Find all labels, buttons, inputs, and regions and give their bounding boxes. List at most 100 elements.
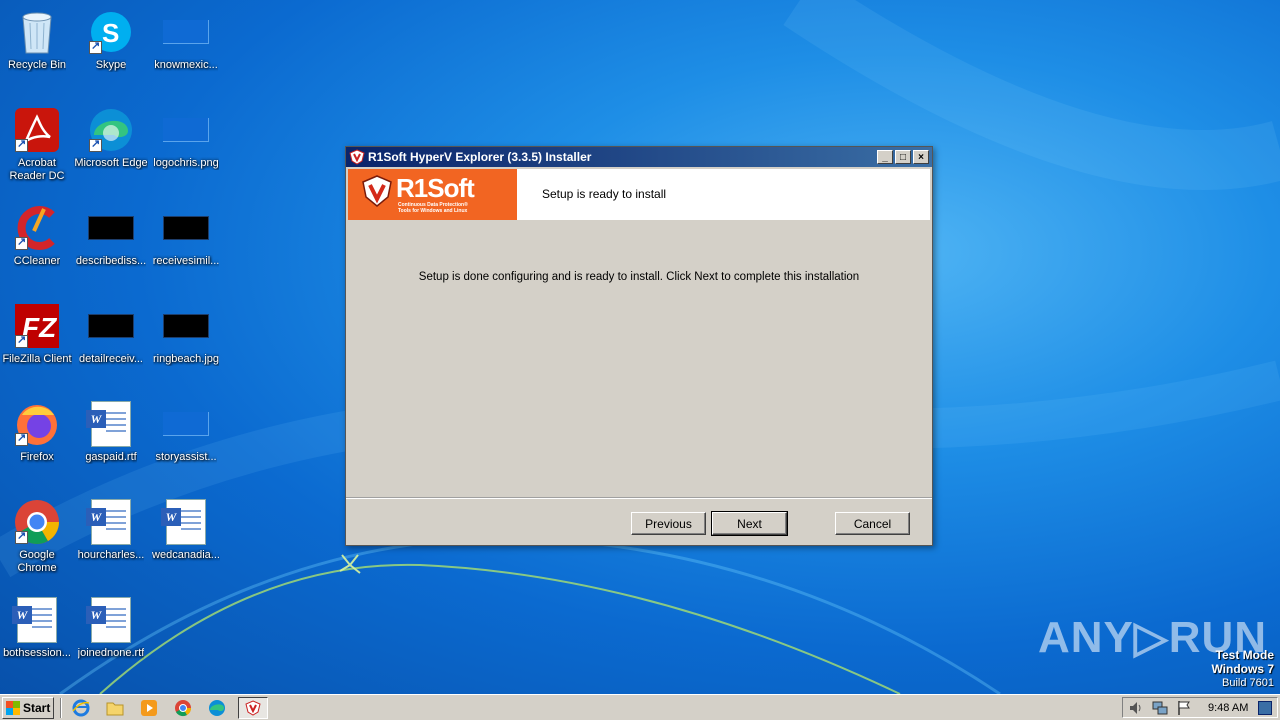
divider xyxy=(346,497,932,499)
action-center-flag-icon[interactable] xyxy=(1176,700,1192,716)
build-label: Build 7601 xyxy=(1222,677,1274,689)
show-desktop-button[interactable] xyxy=(1258,700,1272,715)
desktop-icon-label: knowmexic... xyxy=(154,59,218,71)
desktop-icon-wedcanadia[interactable]: W wedcanadia... xyxy=(149,498,223,562)
acrobat-icon xyxy=(13,106,61,154)
next-button[interactable]: Next xyxy=(711,511,788,536)
filezilla-icon: FZ xyxy=(13,302,61,350)
desktop-icon-label: Google Chrome xyxy=(17,549,57,574)
step-title: Setup is ready to install xyxy=(542,187,667,201)
desktop-icon-label: joinednone.rtf xyxy=(77,647,145,659)
window-titlebar[interactable]: R1Soft HyperV Explorer (3.3.5) Installer… xyxy=(346,147,932,167)
desktop-icon-label: gaspaid.rtf xyxy=(85,451,137,463)
desktop-icon-label: Firefox xyxy=(20,451,54,463)
desktop-icon-joinednone[interactable]: W joinednone.rtf xyxy=(74,596,148,660)
desktop-icon-receivesimil[interactable]: receivesimil... xyxy=(149,204,223,268)
word-document-icon: W xyxy=(12,596,61,644)
image-thumbnail-icon xyxy=(87,302,135,350)
media-player-icon[interactable] xyxy=(136,697,162,719)
desktop-icon-acrobat[interactable]: Acrobat Reader DC xyxy=(0,106,74,183)
word-document-icon: W xyxy=(86,596,135,644)
desktop-icon-knowmexic[interactable]: knowmexic... xyxy=(149,8,223,72)
desktop-icon-detailreceiv[interactable]: detailreceiv... xyxy=(74,302,148,366)
chrome-icon[interactable] xyxy=(170,697,196,719)
desktop-icon-filezilla[interactable]: FZ FileZilla Client xyxy=(0,302,74,366)
close-button[interactable]: × xyxy=(913,150,929,164)
image-thumbnail-icon xyxy=(162,400,210,448)
test-mode-info: Test Mode Windows 7 Build 7601 xyxy=(1211,648,1274,690)
window-title: R1Soft HyperV Explorer (3.3.5) Installer xyxy=(368,150,592,164)
taskbar: Start 9:48 AM xyxy=(0,694,1280,720)
volume-icon[interactable] xyxy=(1128,700,1144,716)
r1soft-shield-icon xyxy=(349,149,365,165)
skype-icon: S xyxy=(87,8,135,56)
os-label: Windows 7 xyxy=(1211,662,1274,676)
desktop-icon-label: storyassist... xyxy=(155,451,217,463)
r1soft-shield-icon xyxy=(362,175,392,207)
desktop-icon-ccleaner[interactable]: CCleaner xyxy=(0,204,74,268)
desktop-icon-bothsession[interactable]: W bothsession... xyxy=(0,596,74,660)
firefox-icon xyxy=(13,400,61,448)
shortcut-arrow-icon xyxy=(15,529,28,544)
desktop-icon-label: bothsession... xyxy=(3,647,71,659)
desktop-icon-label: logochris.png xyxy=(153,157,219,169)
desktop-icon-firefox[interactable]: Firefox xyxy=(0,400,74,464)
desktop-icon-ringbeach[interactable]: ringbeach.jpg xyxy=(149,302,223,366)
maximize-button[interactable]: □ xyxy=(895,150,911,164)
system-tray: 9:48 AM xyxy=(1122,697,1278,718)
word-document-icon: W xyxy=(86,400,135,448)
shortcut-arrow-icon xyxy=(15,431,28,446)
r1soft-installer-taskbar-button[interactable] xyxy=(238,696,268,719)
desktop-icon-skype[interactable]: S Skype xyxy=(74,8,148,72)
edge-icon xyxy=(87,106,135,154)
desktop-icon-describediss[interactable]: describediss... xyxy=(74,204,148,268)
desktop-icon-hourcharles[interactable]: W hourcharles... xyxy=(74,498,148,562)
desktop-icon-label: FileZilla Client xyxy=(2,353,72,365)
ie-icon[interactable] xyxy=(68,697,94,719)
folder-icon[interactable] xyxy=(102,697,128,719)
desktop-icon-label: receivesimil... xyxy=(152,255,220,267)
desktop-icon-logochris[interactable]: logochris.png xyxy=(149,106,223,170)
shortcut-arrow-icon xyxy=(15,235,28,250)
desktop-icon-label: hourcharles... xyxy=(77,549,145,561)
windows-logo-icon xyxy=(6,700,20,715)
desktop-icon-gaspaid[interactable]: W gaspaid.rtf xyxy=(74,400,148,464)
taskbar-separator xyxy=(60,697,62,718)
word-document-icon: W xyxy=(161,498,210,546)
logo-text: R1Soft xyxy=(396,173,475,203)
desktop-icon-chrome[interactable]: Google Chrome xyxy=(0,498,74,575)
image-thumbnail-icon xyxy=(87,204,135,252)
logo-tagline-2: Tools for Windows and Linux xyxy=(398,208,468,214)
desktop-icon-label: Microsoft Edge xyxy=(74,157,148,169)
previous-button[interactable]: Previous xyxy=(631,512,706,535)
desktop-icon-label: wedcanadia... xyxy=(152,549,220,561)
desktop-icon-recycle-bin[interactable]: Recycle Bin xyxy=(0,8,74,72)
shortcut-arrow-icon xyxy=(89,137,102,152)
desktop-icon-label: Skype xyxy=(95,59,127,71)
r1soft-logo: R1Soft Continuous Data Protection® Tools… xyxy=(348,169,517,220)
image-thumbnail-icon xyxy=(162,8,210,56)
clock[interactable]: 9:48 AM xyxy=(1208,702,1248,714)
installer-window[interactable]: R1Soft HyperV Explorer (3.3.5) Installer… xyxy=(345,146,933,546)
desktop-icon-edge[interactable]: Microsoft Edge xyxy=(74,106,148,170)
install-message: Setup is done configuring and is ready t… xyxy=(418,271,860,283)
edge-icon[interactable] xyxy=(204,697,230,719)
shortcut-arrow-icon xyxy=(89,39,102,54)
shortcut-arrow-icon xyxy=(15,137,28,152)
desktop-icon-label: detailreceiv... xyxy=(79,353,143,365)
desktop-icon-label: Recycle Bin xyxy=(7,59,67,71)
start-label: Start xyxy=(23,700,51,715)
desktop-icon-label: ringbeach.jpg xyxy=(152,353,220,365)
minimize-button[interactable]: _ xyxy=(877,150,893,164)
chrome-icon xyxy=(13,498,61,546)
desktop-icon-label: Acrobat Reader DC xyxy=(9,157,65,182)
network-icon[interactable] xyxy=(1152,700,1168,716)
svg-text:S: S xyxy=(102,18,119,48)
image-thumbnail-icon xyxy=(162,302,210,350)
word-document-icon: W xyxy=(86,498,135,546)
cancel-button[interactable]: Cancel xyxy=(835,512,910,535)
r1soft-shield-icon xyxy=(245,699,261,716)
desktop-icon-storyassist[interactable]: storyassist... xyxy=(149,400,223,464)
start-button[interactable]: Start xyxy=(2,696,54,719)
desktop-icon-label: describediss... xyxy=(75,255,147,267)
